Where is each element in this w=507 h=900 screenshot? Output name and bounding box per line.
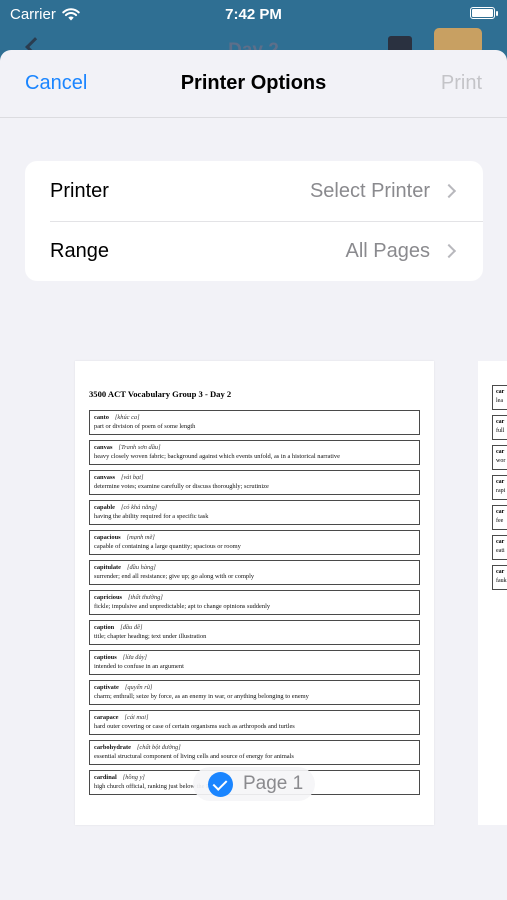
entry-definition: having the ability required for a specif…	[94, 513, 209, 520]
entry-word: car	[496, 389, 505, 395]
entry-definition: lea	[496, 398, 503, 404]
vocabulary-entry: car fee	[492, 505, 507, 530]
vocabulary-entry: capricious [thất thường] fickle; impulsive…	[89, 590, 420, 615]
page-label: Page 1	[243, 773, 304, 794]
range-value: All Pages	[345, 239, 431, 262]
entry-definition: charm; enthrall; seize by force, as an e…	[94, 693, 309, 700]
vocabulary-list: canto [khúc ca] part or division of poem o…	[89, 410, 420, 800]
entry-translation: [đầu hàng]	[126, 564, 156, 571]
entry-word: capitulate	[94, 564, 121, 571]
range-label: Range	[50, 239, 109, 262]
chevron-right-icon	[441, 243, 457, 259]
entry-translation: [đầu đề]	[120, 624, 143, 631]
vocabulary-entry: capable [có khả năng] having the ability r…	[89, 500, 420, 525]
entry-translation: [cái mai]	[124, 714, 149, 721]
entry-definition: title; chapter heading; text under illus…	[94, 633, 207, 640]
options-group: Printer Select Printer Range All Pages	[25, 161, 483, 281]
entry-translation: [quyến rũ]	[124, 684, 153, 691]
entry-definition: eati	[496, 548, 505, 554]
entry-word: canto	[94, 414, 109, 421]
vocabulary-entry: car fauk	[492, 565, 507, 590]
entry-word: canvas	[94, 444, 113, 451]
vocabulary-entry: capacious [mạnh mẽ] capable of containing …	[89, 530, 420, 555]
entry-definition: intended to confuse in an argument	[94, 663, 184, 670]
entry-word: car	[496, 419, 505, 425]
vocabulary-entry: car lea	[492, 385, 507, 410]
entry-definition: capable of containing a large quantity; …	[94, 543, 241, 550]
entry-definition: wor	[496, 458, 506, 464]
entry-definition: rapi	[496, 488, 506, 494]
entry-word: car	[496, 479, 505, 485]
vocabulary-entry: caption [đầu đề] title; chapter heading; t…	[89, 620, 420, 645]
vocabulary-entry: capitulate [đầu hàng] surrender; end all r…	[89, 560, 420, 585]
printer-label: Printer	[50, 179, 109, 202]
entry-word: carbohydrate	[94, 744, 131, 751]
vocabulary-list-page-2: car lea car full car wor car rapi car fee car eati c…	[492, 385, 507, 595]
vocabulary-entry: canto [khúc ca] part or division of poem o…	[89, 410, 420, 435]
entry-word: capacious	[94, 534, 121, 541]
printer-options-sheet: Cancel Printer Options Print Printer Sel…	[0, 50, 507, 900]
entry-translation: [lừa đảy]	[122, 654, 147, 661]
entry-translation: [chất bột đường]	[136, 744, 181, 751]
entry-definition: full	[496, 428, 505, 434]
vocabulary-entry: carapace [cái mai] hard outer covering or …	[89, 710, 420, 735]
printer-value: Select Printer	[309, 179, 430, 202]
cancel-button[interactable]: Cancel	[25, 72, 87, 95]
entry-definition: surrender; end all resistance; give up; …	[94, 573, 255, 580]
entry-word: capricious	[94, 594, 123, 601]
vocabulary-entry: car full	[492, 415, 507, 440]
entry-definition: fauk	[496, 578, 507, 584]
entry-word: capable	[94, 504, 115, 511]
entry-definition: determine votes; examine carefully or di…	[94, 483, 269, 490]
page-selection-badge[interactable]: Page 1	[193, 767, 315, 801]
vocabulary-entry: captivate [quyến rũ] charm; enthrall; seiz…	[89, 680, 420, 705]
page-preview-1[interactable]: 3500 ACT Vocabulary Group 3 - Day 2 cant…	[75, 361, 434, 825]
entry-word: captivate	[94, 684, 119, 691]
vocabulary-entry: car wor	[492, 445, 507, 470]
range-row[interactable]: Range All Pages	[25, 221, 483, 281]
chevron-right-icon	[441, 183, 457, 199]
entry-translation: [có khả năng]	[120, 504, 158, 511]
entry-word: canvass	[94, 474, 115, 481]
entry-word: captious	[94, 654, 117, 661]
checkmark-circle-icon	[208, 771, 233, 797]
entry-definition: part or division of poem of some length	[94, 423, 196, 430]
entry-definition: fickle; impulsive and unpredictable; apt…	[94, 603, 271, 610]
vocabulary-entry: captious [lừa đảy] intended to confuse in …	[89, 650, 420, 675]
entry-definition: hard outer covering or case of certain o…	[94, 723, 295, 730]
vocabulary-entry: car rapi	[492, 475, 507, 500]
entry-definition: essential structural component of living…	[94, 753, 294, 760]
vocabulary-entry: car eati	[492, 535, 507, 560]
entry-definition: heavy closely woven fabric; background a…	[94, 453, 340, 460]
entry-word: car	[496, 539, 505, 545]
status-bar: Carrier 7:42 PM	[0, 0, 507, 30]
entry-translation: [mạnh mẽ]	[126, 534, 155, 541]
vocabulary-entry: carbohydrate [chất bột đường] essential st…	[89, 740, 420, 765]
battery-icon	[470, 7, 498, 19]
clock: 7:42 PM	[225, 6, 282, 23]
sheet-nav-bar: Cancel Printer Options Print	[0, 50, 507, 118]
page-preview-2[interactable]: car lea car full car wor car rapi car fee car eati c…	[478, 361, 507, 825]
entry-definition: fee	[496, 518, 504, 524]
entry-translation: [thất thường]	[128, 594, 163, 601]
entry-translation: [Tranh sơn dầu]	[118, 444, 161, 451]
document-title: 3500 ACT Vocabulary Group 3 - Day 2	[89, 389, 232, 399]
entry-translation: [vải bạt]	[120, 474, 144, 481]
entry-translation: [hồng y]	[122, 774, 145, 781]
entry-word: car	[496, 449, 505, 455]
print-button[interactable]: Print	[441, 72, 482, 95]
vocabulary-entry: canvas [Tranh sơn dầu] heavy closely woven…	[89, 440, 420, 465]
entry-word: carapace	[94, 714, 119, 721]
entry-word: cardinal	[94, 774, 117, 781]
entry-word: caption	[94, 624, 115, 631]
entry-translation: [khúc ca]	[114, 414, 140, 421]
entry-word: car	[496, 569, 505, 575]
vocabulary-entry: canvass [vải bạt] determine votes; examine…	[89, 470, 420, 495]
printer-row[interactable]: Printer Select Printer	[25, 161, 483, 221]
entry-word: car	[496, 509, 505, 515]
